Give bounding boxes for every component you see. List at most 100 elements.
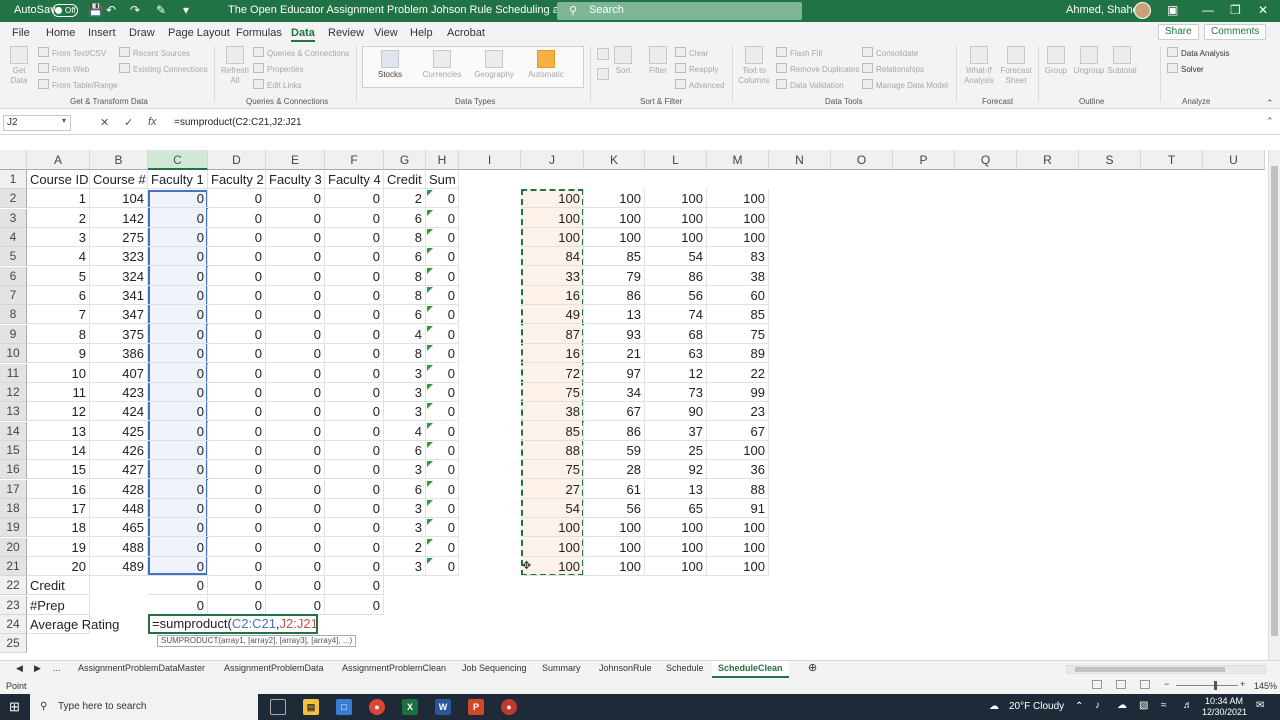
column-header-l[interactable]: L [645,150,707,170]
sheet-tab[interactable]: Summary [542,663,581,673]
cell[interactable]: 37 [645,421,707,441]
cell[interactable]: 54 [521,498,584,518]
cell[interactable]: 75 [707,324,769,344]
cell[interactable]: 0 [325,305,384,325]
cell[interactable]: 13 [27,421,90,441]
customize-quick-access-icon[interactable]: ▾ [183,3,189,17]
column-title-cell[interactable]: Credit [384,170,426,189]
cell[interactable]: 0 [325,189,384,209]
cell[interactable]: 1 [27,189,90,209]
sheet-tab[interactable]: Job Sequencing [462,663,527,673]
cell[interactable]: 27 [521,479,584,499]
column-title-cell[interactable]: Faculty 2 [208,170,266,189]
data-validation-button[interactable]: Data Validation [776,79,844,90]
row-header[interactable]: 24 [0,615,27,635]
cell[interactable]: 3 [384,460,426,480]
insert-function-icon[interactable]: fx [148,116,157,128]
cell[interactable]: 75 [521,382,584,402]
enter-icon[interactable]: ✓ [124,116,133,129]
row-header[interactable]: 11 [0,363,27,383]
store-icon[interactable]: □ [336,699,352,715]
cell[interactable]: 25 [645,440,707,460]
summary-value-cell[interactable]: 0 [266,595,325,615]
what-if-analysis-button[interactable]: What-If Analysis [962,46,996,86]
cell[interactable]: 0 [148,286,208,306]
cell[interactable]: 6 [384,440,426,460]
column-header-s[interactable]: S [1079,150,1141,170]
error-indicator-icon[interactable] [427,306,433,313]
data-analysis-button[interactable]: Data Analysis [1167,47,1229,58]
cell[interactable]: 100 [521,189,584,209]
word-icon[interactable]: W [435,699,451,715]
vertical-scroll-thumb[interactable] [1271,166,1278,636]
cell[interactable]: 0 [266,324,325,344]
cell[interactable]: 60 [707,286,769,306]
remove-duplicates-button[interactable]: Remove Duplicates [776,63,859,74]
cell[interactable]: 0 [325,537,384,557]
manage-data-model-button[interactable]: Manage Data Model [862,79,948,90]
cell[interactable]: 0 [208,363,266,383]
cell[interactable]: 59 [584,440,645,460]
column-header-o[interactable]: O [831,150,893,170]
error-indicator-icon[interactable] [427,461,433,468]
cell[interactable]: 3 [384,498,426,518]
cell[interactable]: 4 [384,421,426,441]
row-header[interactable]: 2 [0,189,27,209]
column-title-cell[interactable]: Course # [90,170,148,189]
cell[interactable]: 2 [384,537,426,557]
cell[interactable]: 4 [384,324,426,344]
row-header[interactable]: 23 [0,595,27,615]
cell[interactable]: 0 [266,189,325,209]
cell[interactable]: 0 [208,518,266,538]
cell[interactable]: 56 [645,286,707,306]
error-indicator-icon[interactable] [427,403,433,410]
sort-az-button[interactable] [596,48,610,62]
cell[interactable]: 75 [521,460,584,480]
normal-view-icon[interactable] [1092,680,1102,689]
error-indicator-icon[interactable] [427,345,433,352]
cell[interactable]: 38 [521,402,584,422]
error-indicator-icon[interactable] [427,558,433,564]
cell[interactable]: 423 [90,382,148,402]
cell[interactable]: 0 [208,189,266,209]
sort-button[interactable]: Sort [612,46,634,76]
cell[interactable]: 14 [27,440,90,460]
cell[interactable]: 16 [521,344,584,364]
cell[interactable]: 100 [707,189,769,209]
cell[interactable]: 86 [645,266,707,286]
cell[interactable]: 12 [27,402,90,422]
cell[interactable]: 0 [325,382,384,402]
properties-button[interactable]: Properties [253,63,303,74]
cell[interactable]: 0 [266,479,325,499]
summary-value-cell[interactable]: 0 [208,576,266,596]
summary-value-cell[interactable]: 0 [325,595,384,615]
cell[interactable]: 0 [325,460,384,480]
cell[interactable]: 9 [27,344,90,364]
sheet-tab-active[interactable]: ScheduleClean [712,661,789,678]
column-header-u[interactable]: U [1203,150,1265,170]
group-button[interactable]: Group [1042,46,1070,76]
cell[interactable]: 0 [148,518,208,538]
cell[interactable]: 341 [90,286,148,306]
page-break-view-icon[interactable] [1140,680,1150,689]
cell[interactable]: 100 [584,557,645,576]
cell[interactable]: 465 [90,518,148,538]
cell[interactable]: 0 [208,208,266,228]
flash-fill-button[interactable]: Flash Fill [776,47,822,58]
zoom-slider[interactable] [1176,685,1238,686]
cell[interactable]: 84 [521,247,584,267]
cell[interactable]: 6 [384,305,426,325]
cell[interactable]: 0 [208,324,266,344]
cell[interactable]: 3 [384,557,426,576]
cell[interactable]: 0 [208,266,266,286]
error-indicator-icon[interactable] [427,325,433,332]
subtotal-button[interactable]: Subtotal [1106,46,1138,76]
row-header[interactable]: 1 [0,170,27,189]
tab-draw[interactable]: Draw [129,27,155,39]
tab-file[interactable]: File [12,27,30,39]
forecast-sheet-button[interactable]: Forecast Sheet [1000,46,1032,86]
cell[interactable]: 375 [90,324,148,344]
cell[interactable]: 0 [148,189,208,209]
cell[interactable]: 20 [27,557,90,576]
horizontal-scroll-thumb[interactable] [1075,667,1225,672]
